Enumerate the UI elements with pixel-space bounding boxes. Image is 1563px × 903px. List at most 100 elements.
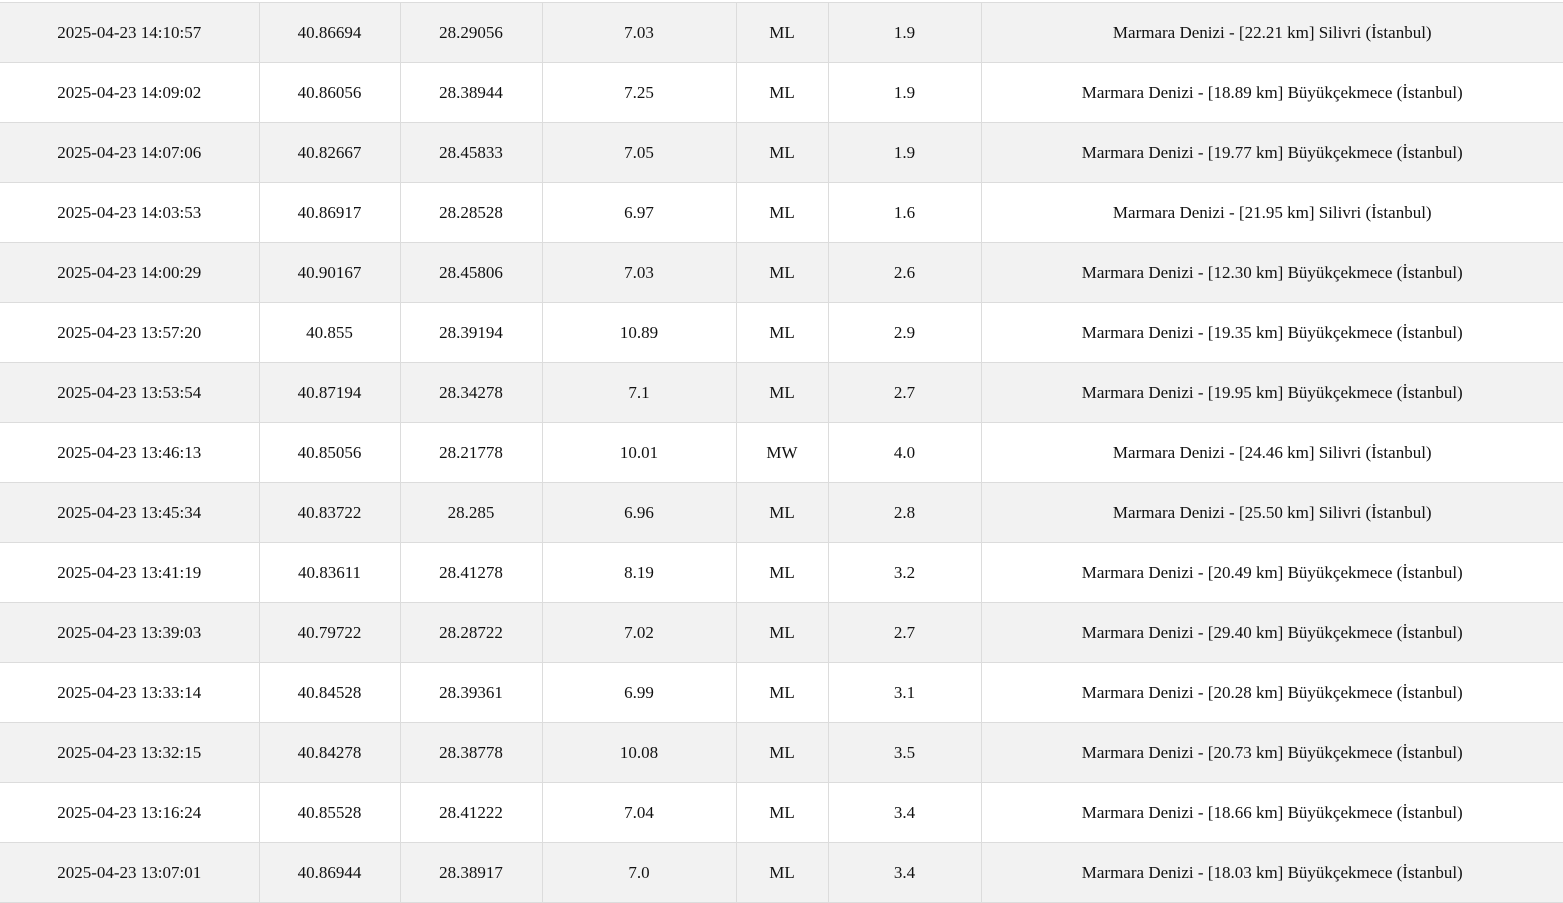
- cell-magnitude-type: ML: [736, 182, 829, 243]
- table-row[interactable]: 2025-04-23 13:53:54 40.87194 28.34278 7.…: [0, 362, 1563, 423]
- cell-magnitude: 1.9: [828, 62, 982, 123]
- cell-location: Marmara Denizi - [20.73 km] Büyükçekmece…: [981, 722, 1563, 783]
- table-row[interactable]: 2025-04-23 13:32:15 40.84278 28.38778 10…: [0, 722, 1563, 783]
- cell-latitude: 40.86917: [259, 182, 401, 243]
- cell-depth: 7.05: [542, 122, 737, 183]
- cell-location: Marmara Denizi - [12.30 km] Büyükçekmece…: [981, 242, 1563, 303]
- cell-longitude: 28.39194: [400, 302, 543, 363]
- earthquake-table-body: 2025-04-23 14:10:57 40.86694 28.29056 7.…: [0, 3, 1563, 903]
- cell-magnitude-type: ML: [736, 62, 829, 123]
- cell-magnitude-type: ML: [736, 662, 829, 723]
- cell-location: Marmara Denizi - [20.49 km] Büyükçekmece…: [981, 542, 1563, 603]
- table-row[interactable]: 2025-04-23 13:07:01 40.86944 28.38917 7.…: [0, 842, 1563, 903]
- cell-magnitude: 2.7: [828, 602, 982, 663]
- cell-longitude: 28.39361: [400, 662, 543, 723]
- cell-date-time: 2025-04-23 14:07:06: [0, 122, 260, 183]
- cell-location: Marmara Denizi - [19.77 km] Büyükçekmece…: [981, 122, 1563, 183]
- cell-location: Marmara Denizi - [20.28 km] Büyükçekmece…: [981, 662, 1563, 723]
- cell-date-time: 2025-04-23 13:46:13: [0, 422, 260, 483]
- cell-date-time: 2025-04-23 13:53:54: [0, 362, 260, 423]
- cell-location: Marmara Denizi - [18.66 km] Büyükçekmece…: [981, 782, 1563, 843]
- cell-magnitude: 4.0: [828, 422, 982, 483]
- cell-date-time: 2025-04-23 13:45:34: [0, 482, 260, 543]
- cell-latitude: 40.86056: [259, 62, 401, 123]
- cell-depth: 10.08: [542, 722, 737, 783]
- cell-magnitude: 3.5: [828, 722, 982, 783]
- table-row[interactable]: 2025-04-23 14:00:29 40.90167 28.45806 7.…: [0, 242, 1563, 303]
- cell-location: Marmara Denizi - [29.40 km] Büyükçekmece…: [981, 602, 1563, 663]
- cell-magnitude: 3.2: [828, 542, 982, 603]
- cell-depth: 7.03: [542, 3, 737, 63]
- cell-longitude: 28.34278: [400, 362, 543, 423]
- cell-magnitude-type: ML: [736, 122, 829, 183]
- cell-depth: 10.89: [542, 302, 737, 363]
- cell-latitude: 40.84528: [259, 662, 401, 723]
- cell-date-time: 2025-04-23 14:10:57: [0, 3, 260, 63]
- cell-magnitude-type: ML: [736, 722, 829, 783]
- cell-magnitude: 2.6: [828, 242, 982, 303]
- cell-longitude: 28.29056: [400, 3, 543, 63]
- cell-depth: 8.19: [542, 542, 737, 603]
- table-row[interactable]: 2025-04-23 14:07:06 40.82667 28.45833 7.…: [0, 122, 1563, 183]
- table-row[interactable]: 2025-04-23 13:45:34 40.83722 28.285 6.96…: [0, 482, 1563, 543]
- cell-location: Marmara Denizi - [19.35 km] Büyükçekmece…: [981, 302, 1563, 363]
- cell-date-time: 2025-04-23 13:57:20: [0, 302, 260, 363]
- cell-date-time: 2025-04-23 13:32:15: [0, 722, 260, 783]
- cell-depth: 7.04: [542, 782, 737, 843]
- cell-magnitude-type: ML: [736, 482, 829, 543]
- cell-latitude: 40.84278: [259, 722, 401, 783]
- cell-location: Marmara Denizi - [24.46 km] Silivri (İst…: [981, 422, 1563, 483]
- table-row[interactable]: 2025-04-23 14:10:57 40.86694 28.29056 7.…: [0, 3, 1563, 63]
- cell-magnitude: 1.6: [828, 182, 982, 243]
- cell-depth: 6.99: [542, 662, 737, 723]
- cell-location: Marmara Denizi - [22.21 km] Silivri (İst…: [981, 3, 1563, 63]
- cell-latitude: 40.85056: [259, 422, 401, 483]
- cell-longitude: 28.28528: [400, 182, 543, 243]
- cell-longitude: 28.38917: [400, 842, 543, 903]
- cell-latitude: 40.79722: [259, 602, 401, 663]
- table-row[interactable]: 2025-04-23 13:33:14 40.84528 28.39361 6.…: [0, 662, 1563, 723]
- cell-latitude: 40.87194: [259, 362, 401, 423]
- cell-magnitude-type: ML: [736, 362, 829, 423]
- table-row[interactable]: 2025-04-23 14:09:02 40.86056 28.38944 7.…: [0, 62, 1563, 123]
- earthquake-table: 2025-04-23 14:10:57 40.86694 28.29056 7.…: [0, 3, 1563, 903]
- cell-date-time: 2025-04-23 14:00:29: [0, 242, 260, 303]
- cell-magnitude-type: ML: [736, 782, 829, 843]
- cell-longitude: 28.41278: [400, 542, 543, 603]
- table-row[interactable]: 2025-04-23 13:39:03 40.79722 28.28722 7.…: [0, 602, 1563, 663]
- cell-magnitude: 3.4: [828, 842, 982, 903]
- table-row[interactable]: 2025-04-23 13:16:24 40.85528 28.41222 7.…: [0, 782, 1563, 843]
- cell-magnitude: 1.9: [828, 122, 982, 183]
- cell-date-time: 2025-04-23 13:33:14: [0, 662, 260, 723]
- cell-depth: 7.02: [542, 602, 737, 663]
- cell-date-time: 2025-04-23 13:07:01: [0, 842, 260, 903]
- cell-longitude: 28.38778: [400, 722, 543, 783]
- cell-depth: 6.97: [542, 182, 737, 243]
- table-row[interactable]: 2025-04-23 14:03:53 40.86917 28.28528 6.…: [0, 182, 1563, 243]
- cell-depth: 6.96: [542, 482, 737, 543]
- cell-latitude: 40.86694: [259, 3, 401, 63]
- cell-date-time: 2025-04-23 14:03:53: [0, 182, 260, 243]
- cell-magnitude: 1.9: [828, 3, 982, 63]
- table-row[interactable]: 2025-04-23 13:57:20 40.855 28.39194 10.8…: [0, 302, 1563, 363]
- cell-date-time: 2025-04-23 14:09:02: [0, 62, 260, 123]
- cell-date-time: 2025-04-23 13:39:03: [0, 602, 260, 663]
- table-row[interactable]: 2025-04-23 13:41:19 40.83611 28.41278 8.…: [0, 542, 1563, 603]
- cell-location: Marmara Denizi - [21.95 km] Silivri (İst…: [981, 182, 1563, 243]
- cell-depth: 7.25: [542, 62, 737, 123]
- cell-depth: 7.1: [542, 362, 737, 423]
- table-row[interactable]: 2025-04-23 13:46:13 40.85056 28.21778 10…: [0, 422, 1563, 483]
- cell-latitude: 40.85528: [259, 782, 401, 843]
- cell-magnitude-type: ML: [736, 842, 829, 903]
- cell-longitude: 28.38944: [400, 62, 543, 123]
- cell-location: Marmara Denizi - [18.89 km] Büyükçekmece…: [981, 62, 1563, 123]
- cell-location: Marmara Denizi - [18.03 km] Büyükçekmece…: [981, 842, 1563, 903]
- cell-longitude: 28.45833: [400, 122, 543, 183]
- cell-longitude: 28.45806: [400, 242, 543, 303]
- cell-magnitude-type: ML: [736, 3, 829, 63]
- cell-latitude: 40.82667: [259, 122, 401, 183]
- cell-magnitude-type: ML: [736, 242, 829, 303]
- cell-location: Marmara Denizi - [25.50 km] Silivri (İst…: [981, 482, 1563, 543]
- cell-depth: 7.0: [542, 842, 737, 903]
- cell-latitude: 40.855: [259, 302, 401, 363]
